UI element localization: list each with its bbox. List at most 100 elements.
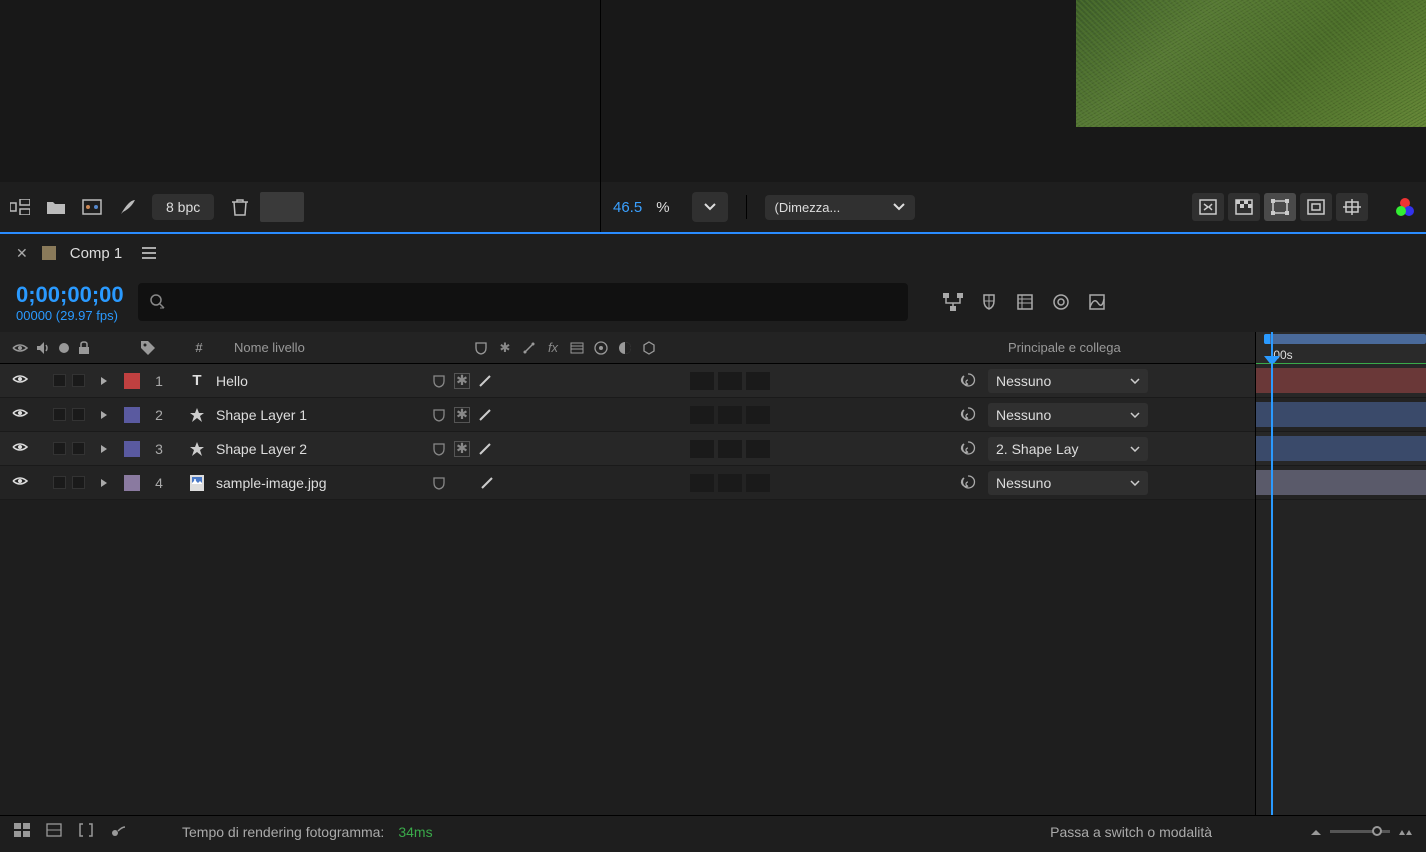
preserve-box[interactable]: [746, 372, 770, 390]
track-matte-box[interactable]: [718, 440, 742, 458]
zoom-in-icon[interactable]: [1398, 828, 1412, 836]
panel-menu-icon[interactable]: [142, 247, 156, 259]
lock-toggle[interactable]: [72, 476, 85, 489]
zoom-value[interactable]: 46.5: [613, 199, 642, 216]
blend-mode-box[interactable]: [690, 372, 714, 390]
layer-row[interactable]: 3 Shape Layer 2 ✱ 2. Shape Lay: [0, 432, 1255, 466]
visibility-toggle[interactable]: [12, 475, 28, 491]
layer-name[interactable]: Hello: [216, 373, 248, 389]
frame-blend-icon[interactable]: [1014, 291, 1036, 313]
graph-editor-icon[interactable]: [1086, 291, 1108, 313]
collapse-switch[interactable]: ✱: [454, 407, 470, 423]
pickwhip-icon[interactable]: [960, 474, 978, 492]
render-icon[interactable]: [110, 823, 128, 841]
layer-bar[interactable]: [1256, 368, 1426, 393]
layer-row[interactable]: 4 sample-image.jpg Nessuno: [0, 466, 1255, 500]
lock-toggle[interactable]: [72, 442, 85, 455]
layer-bar[interactable]: [1256, 402, 1426, 427]
folder-icon[interactable]: [44, 195, 68, 219]
eye-column-icon[interactable]: [12, 342, 28, 354]
timeline-track[interactable]: [1256, 364, 1426, 398]
track-matte-box[interactable]: [718, 474, 742, 492]
playhead-line[interactable]: [1271, 332, 1273, 815]
layer-bar[interactable]: [1256, 470, 1426, 495]
solo-column-icon[interactable]: [58, 342, 70, 354]
timeline-track[interactable]: [1256, 466, 1426, 500]
flow-icon[interactable]: [8, 195, 32, 219]
toggle-switches-icon[interactable]: [14, 823, 32, 841]
shy-switch[interactable]: [430, 440, 448, 458]
pickwhip-icon[interactable]: [960, 440, 978, 458]
quality-switch[interactable]: [476, 440, 494, 458]
parent-dropdown[interactable]: Nessuno: [988, 403, 1148, 427]
track-matte-box[interactable]: [718, 372, 742, 390]
parent-dropdown[interactable]: Nessuno: [988, 369, 1148, 393]
parent-dropdown[interactable]: 2. Shape Lay: [988, 437, 1148, 461]
label-column-icon[interactable]: [140, 340, 180, 356]
quality-switch[interactable]: [476, 372, 494, 390]
expand-layer-icon[interactable]: [100, 410, 114, 420]
channel-icon[interactable]: [1396, 198, 1414, 216]
layers-empty-area[interactable]: [0, 500, 1255, 815]
layer-label-color[interactable]: [124, 475, 140, 491]
region-of-interest-icon[interactable]: [1300, 193, 1332, 221]
quality-switch[interactable]: [478, 474, 496, 492]
comp-icon[interactable]: [80, 195, 104, 219]
timecode[interactable]: 0;00;00;00: [16, 282, 124, 308]
expand-layer-icon[interactable]: [100, 478, 114, 488]
collapse-switch[interactable]: ✱: [454, 441, 470, 457]
pickwhip-icon[interactable]: [960, 372, 978, 390]
audio-column-icon[interactable]: [36, 341, 50, 355]
layer-name[interactable]: sample-image.jpg: [216, 475, 327, 491]
timeline-track[interactable]: [1256, 398, 1426, 432]
tab-title[interactable]: Comp 1: [70, 245, 123, 262]
visibility-toggle[interactable]: [12, 407, 28, 423]
zoom-dropdown[interactable]: [692, 192, 728, 222]
solo-toggle[interactable]: [53, 476, 66, 489]
quality-switch[interactable]: [476, 406, 494, 424]
preserve-box[interactable]: [746, 474, 770, 492]
feather-icon[interactable]: [116, 195, 140, 219]
parent-column[interactable]: Principale e collega: [990, 340, 1255, 355]
mask-visibility-icon[interactable]: [1264, 193, 1296, 221]
layer-bar[interactable]: [1256, 436, 1426, 461]
comp-flow-icon[interactable]: [942, 291, 964, 313]
solo-toggle[interactable]: [53, 442, 66, 455]
timeline-track[interactable]: [1256, 432, 1426, 466]
solo-toggle[interactable]: [53, 408, 66, 421]
blend-mode-box[interactable]: [690, 406, 714, 424]
search-input[interactable]: [174, 294, 896, 310]
layer-toggle-icon[interactable]: [46, 823, 64, 841]
layer-row[interactable]: 2 Shape Layer 1 ✱ Nessuno: [0, 398, 1255, 432]
layer-search[interactable]: [138, 283, 908, 321]
layer-row[interactable]: 1 T Hello ✱ Nessuno: [0, 364, 1255, 398]
blend-mode-box[interactable]: [690, 440, 714, 458]
motion-blur-icon[interactable]: [1050, 291, 1072, 313]
layer-name[interactable]: Shape Layer 2: [216, 441, 307, 457]
parent-dropdown[interactable]: Nessuno: [988, 471, 1148, 495]
layer-name[interactable]: Shape Layer 1: [216, 407, 307, 423]
layer-label-color[interactable]: [124, 441, 140, 457]
fast-preview-icon[interactable]: [1192, 193, 1224, 221]
close-tab-icon[interactable]: ✕: [16, 245, 28, 262]
trash-icon[interactable]: [232, 198, 248, 216]
thumbnail-box[interactable]: [260, 192, 304, 222]
zoom-out-icon[interactable]: [1310, 828, 1322, 836]
visibility-toggle[interactable]: [12, 373, 28, 389]
pickwhip-icon[interactable]: [960, 406, 978, 424]
visibility-toggle[interactable]: [12, 441, 28, 457]
track-matte-box[interactable]: [718, 406, 742, 424]
switch-modes-button[interactable]: Passa a switch o modalità: [1050, 824, 1212, 840]
lock-toggle[interactable]: [72, 408, 85, 421]
resolution-dropdown[interactable]: (Dimezza...: [765, 195, 915, 220]
transparency-grid-icon[interactable]: [1228, 193, 1260, 221]
shy-switch[interactable]: [430, 406, 448, 424]
brackets-icon[interactable]: [78, 823, 96, 841]
lock-toggle[interactable]: [72, 374, 85, 387]
draft-3d-icon[interactable]: [978, 291, 1000, 313]
bpc-button[interactable]: 8 bpc: [152, 194, 214, 220]
expand-layer-icon[interactable]: [100, 376, 114, 386]
lock-column-icon[interactable]: [78, 341, 90, 355]
preserve-box[interactable]: [746, 440, 770, 458]
solo-toggle[interactable]: [53, 374, 66, 387]
